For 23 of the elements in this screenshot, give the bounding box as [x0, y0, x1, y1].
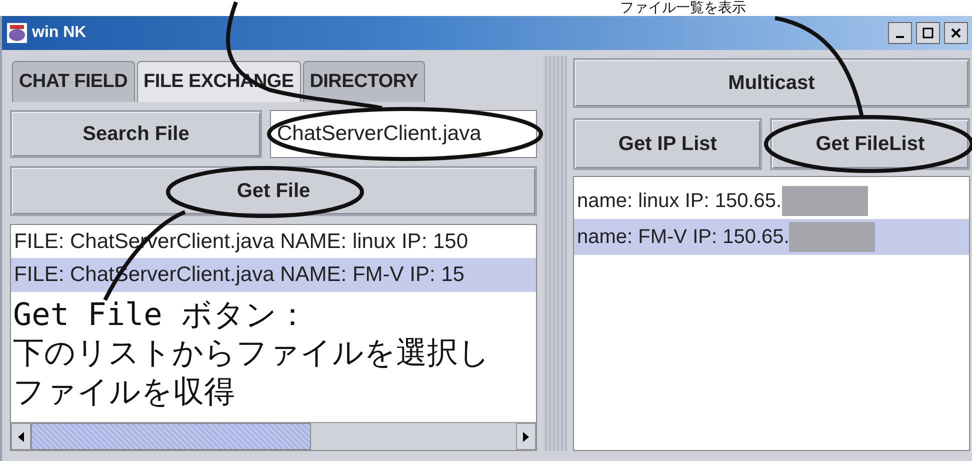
- close-button[interactable]: [944, 22, 968, 44]
- minimize-button[interactable]: [888, 22, 912, 44]
- get-file-button[interactable]: Get File: [10, 166, 537, 216]
- action-button[interactable]: Get IP List: [573, 118, 762, 170]
- list-item[interactable]: name: linux IP: 150.65.: [577, 188, 782, 214]
- horizontal-scrollbar[interactable]: [11, 422, 536, 450]
- minimize-icon: [896, 36, 904, 38]
- annotation-text: Get File ボタン：: [12, 296, 309, 334]
- annotation-text: ファイルを収得: [12, 373, 236, 412]
- maximize-icon: [922, 27, 934, 40]
- search-file-button[interactable]: Search File: [10, 110, 262, 158]
- annotation-text: ファイル一覧を表示: [620, 0, 746, 16]
- scroll-left-icon[interactable]: [11, 423, 31, 450]
- scroll-thumb[interactable]: [31, 423, 311, 450]
- close-icon: [950, 27, 962, 40]
- app-icon: [6, 22, 28, 44]
- tab[interactable]: DIRECTORY: [302, 60, 425, 102]
- window-title: win NK: [32, 23, 86, 43]
- multicast-button[interactable]: Multicast: [573, 58, 970, 108]
- tab[interactable]: CHAT FIELD: [12, 60, 135, 102]
- maximize-button[interactable]: [916, 22, 940, 44]
- scroll-right-icon[interactable]: [516, 423, 536, 450]
- annotation-text: 下のリストからファイルを選択し: [12, 334, 491, 374]
